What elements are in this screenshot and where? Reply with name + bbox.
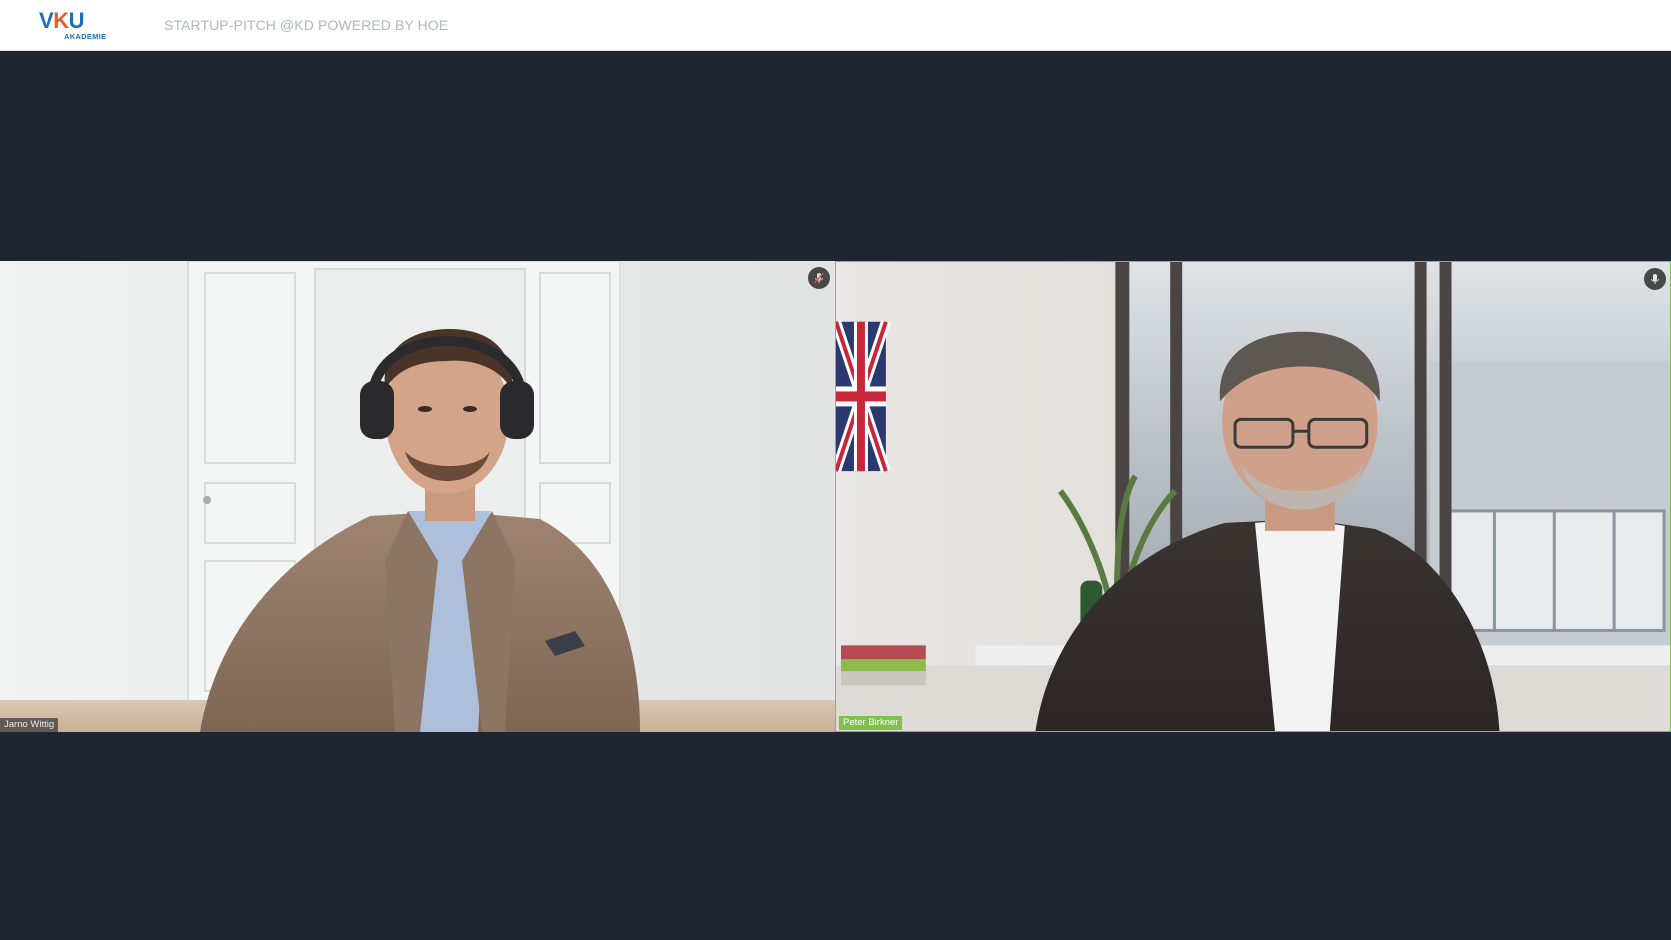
top-header: VKU AKADEMIE STARTUP-PITCH @KD POWERED B… — [0, 0, 1671, 51]
logo-subtitle: AKADEMIE — [64, 32, 107, 41]
participant-1-video — [0, 261, 835, 732]
video-stage: Jarno Wittig Peter Birkner — [0, 51, 1671, 940]
mic-on-icon[interactable] — [1644, 268, 1666, 290]
video-tile-participant-2[interactable]: Peter Birkner — [835, 261, 1671, 732]
vku-akademie-logo[interactable]: VKU AKADEMIE — [39, 10, 109, 44]
participant-name-label: Jarno Wittig — [0, 718, 59, 732]
mic-muted-icon[interactable] — [808, 267, 830, 289]
event-title: STARTUP-PITCH @KD POWERED BY HOE — [164, 17, 449, 33]
participant-name-label: Peter Birkner — [839, 716, 903, 730]
participant-2-video — [836, 262, 1670, 731]
logo-wordmark: VKU — [39, 8, 84, 33]
video-tile-participant-1[interactable]: Jarno Wittig — [0, 261, 835, 732]
